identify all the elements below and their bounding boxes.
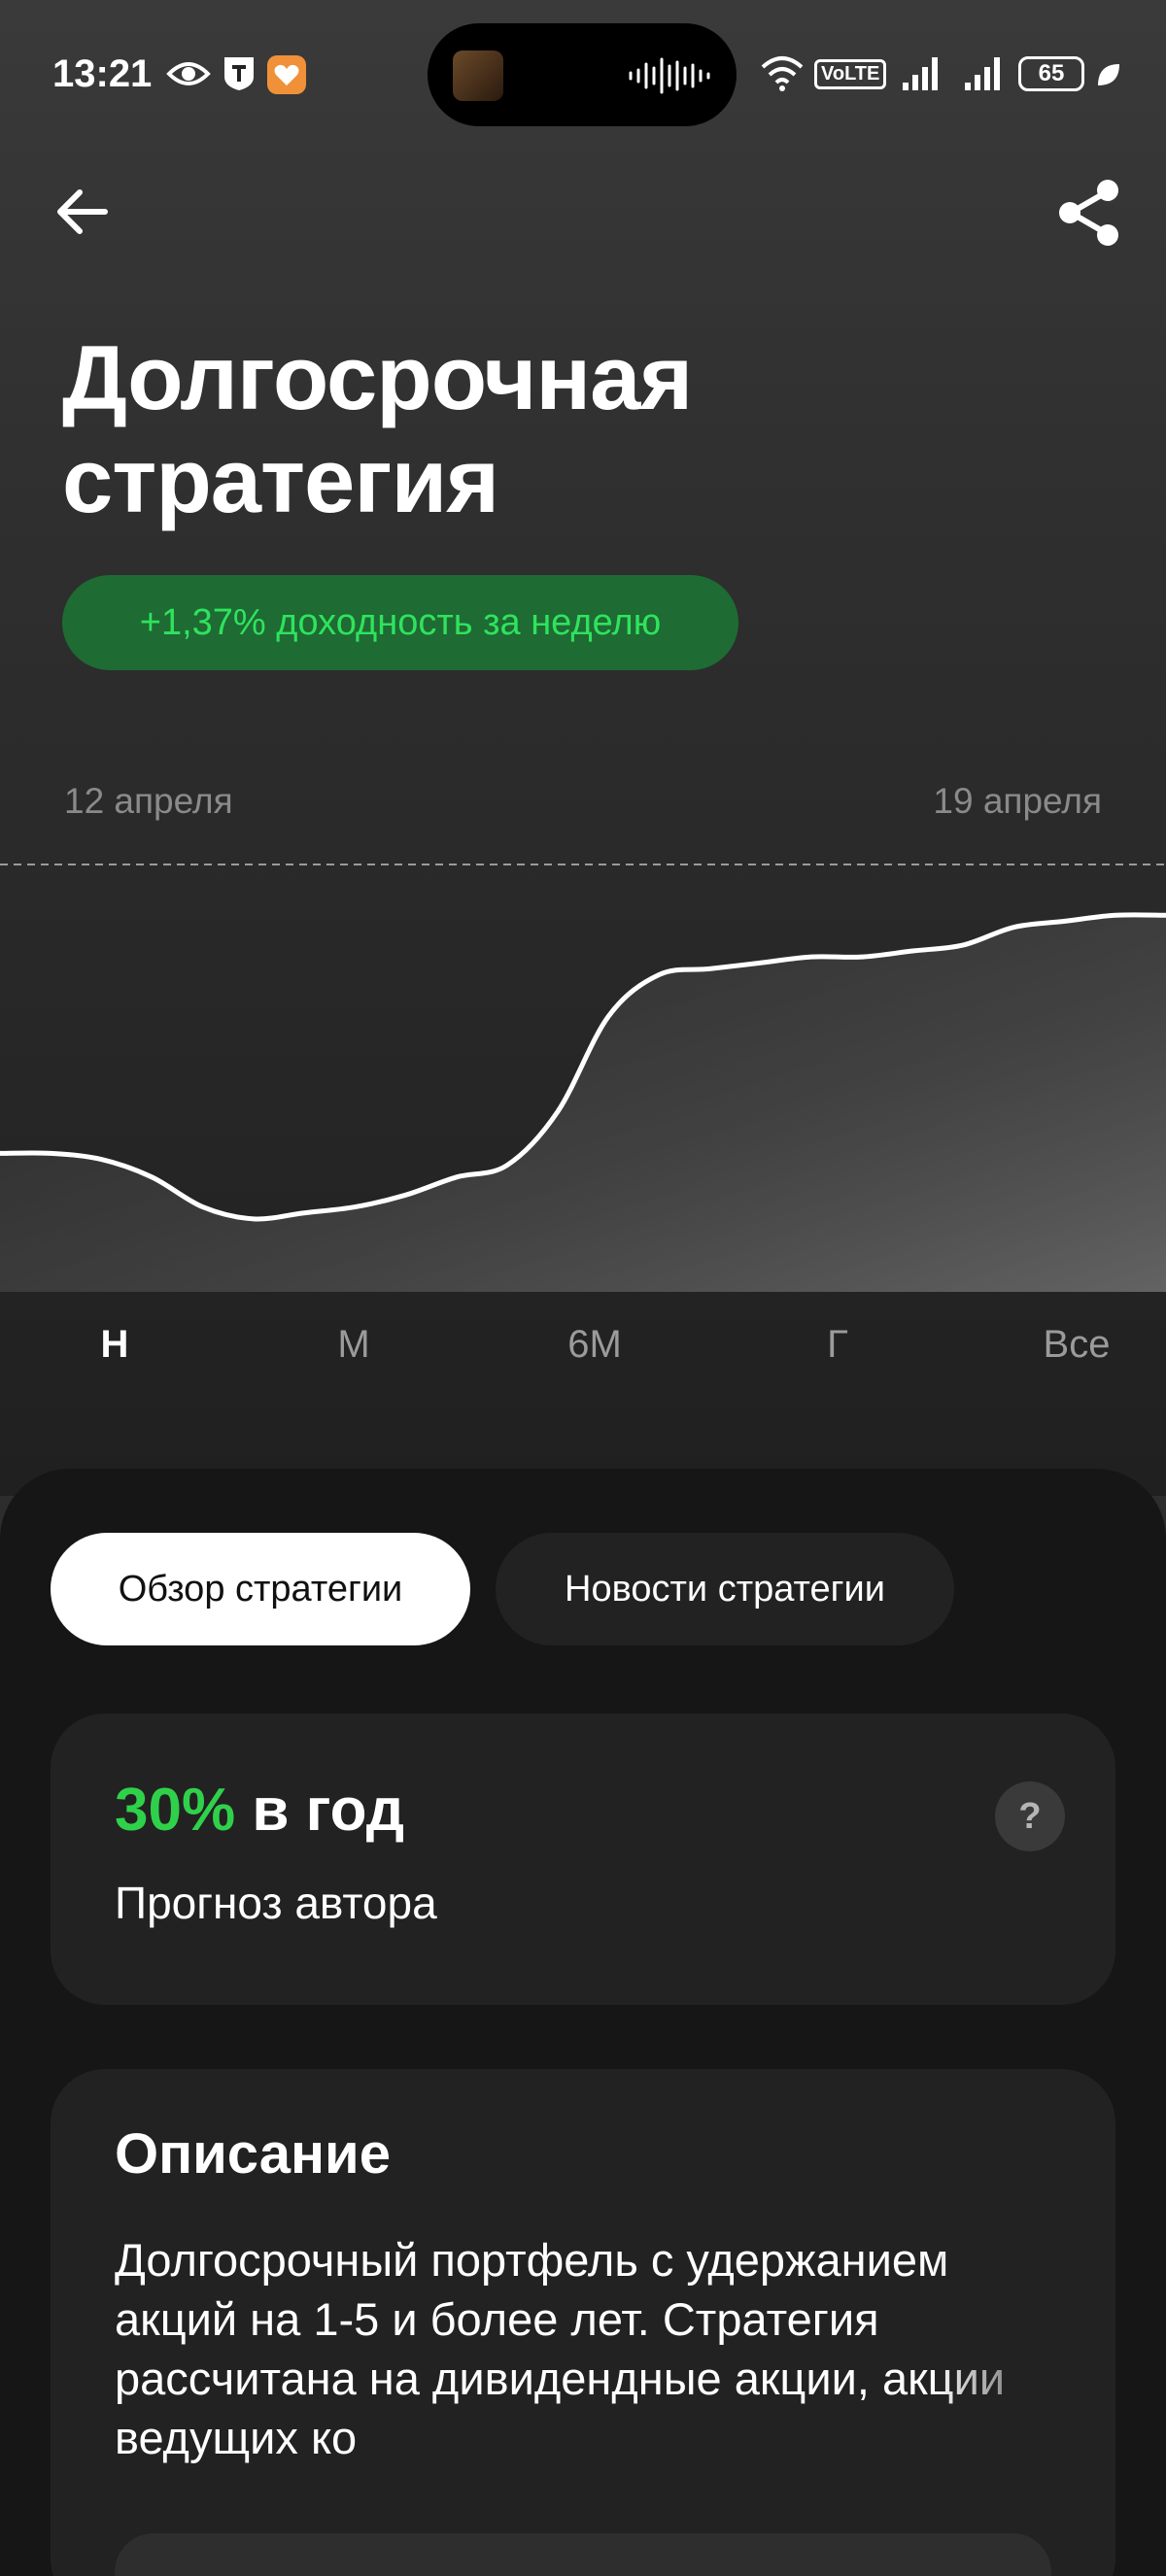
battery-icon: 65	[1018, 56, 1084, 91]
signal-1-icon	[900, 52, 943, 93]
arrow-left-icon	[57, 189, 108, 234]
back-button[interactable]	[52, 183, 126, 247]
shield-t-icon	[222, 54, 257, 93]
eye-icon	[165, 56, 212, 91]
wifi-icon	[760, 54, 805, 93]
chart-area	[0, 914, 1166, 1292]
volte-icon: VoLTE	[814, 54, 887, 93]
heart-app-icon	[266, 54, 307, 95]
page-title: Долгосрочная стратегия	[62, 326, 693, 531]
battery-level: 65	[1018, 56, 1084, 91]
period-2[interactable]: 6М	[567, 1323, 622, 1367]
period-4[interactable]: Все	[1044, 1323, 1111, 1367]
share-icon	[1059, 180, 1118, 246]
period-3[interactable]: Г	[827, 1323, 848, 1367]
volte-label: VoLTE	[814, 58, 887, 89]
media-thumbnail-icon	[453, 51, 503, 101]
tab-strategy-overview[interactable]: Обзор стратегии	[51, 1533, 470, 1645]
chart-end-date: 19 апреля	[933, 781, 1102, 821]
status-time: 13:21	[52, 52, 153, 95]
signal-2-icon	[962, 52, 1005, 93]
description-title: Описание	[115, 2122, 391, 2186]
audio-wave-icon	[628, 56, 711, 100]
dynamic-island[interactable]	[428, 23, 737, 126]
forecast-label: Прогноз автора	[115, 1878, 437, 1928]
help-question-icon[interactable]: ?	[995, 1781, 1065, 1851]
forecast-value: 30% в год	[115, 1776, 404, 1845]
description-expand-block[interactable]	[115, 2533, 1051, 2576]
performance-chart[interactable]	[0, 845, 1166, 1292]
forecast-unit: в год	[235, 1777, 405, 1844]
description-text: Долгосрочный портфель с удержанием акций…	[115, 2234, 1006, 2463]
weekly-yield-badge: +1,37% доходность за неделю	[62, 575, 738, 670]
forecast-percent: 30%	[115, 1777, 236, 1844]
share-button[interactable]	[1057, 179, 1125, 251]
tab-strategy-news[interactable]: Новости стратегии	[496, 1533, 954, 1645]
description-card: Описание Долгосрочный портфель с удержан…	[51, 2069, 1115, 2576]
period-1[interactable]: М	[337, 1323, 369, 1367]
leaf-icon	[1094, 60, 1123, 89]
period-selector: Н М 6М Г Все	[0, 1323, 1166, 1381]
period-0[interactable]: Н	[101, 1323, 129, 1367]
chart-start-date: 12 апреля	[64, 781, 233, 821]
forecast-card: 30% в год Прогноз автора ?	[51, 1713, 1115, 2005]
status-bar: 13:21 VoLTE 65	[0, 0, 1166, 146]
